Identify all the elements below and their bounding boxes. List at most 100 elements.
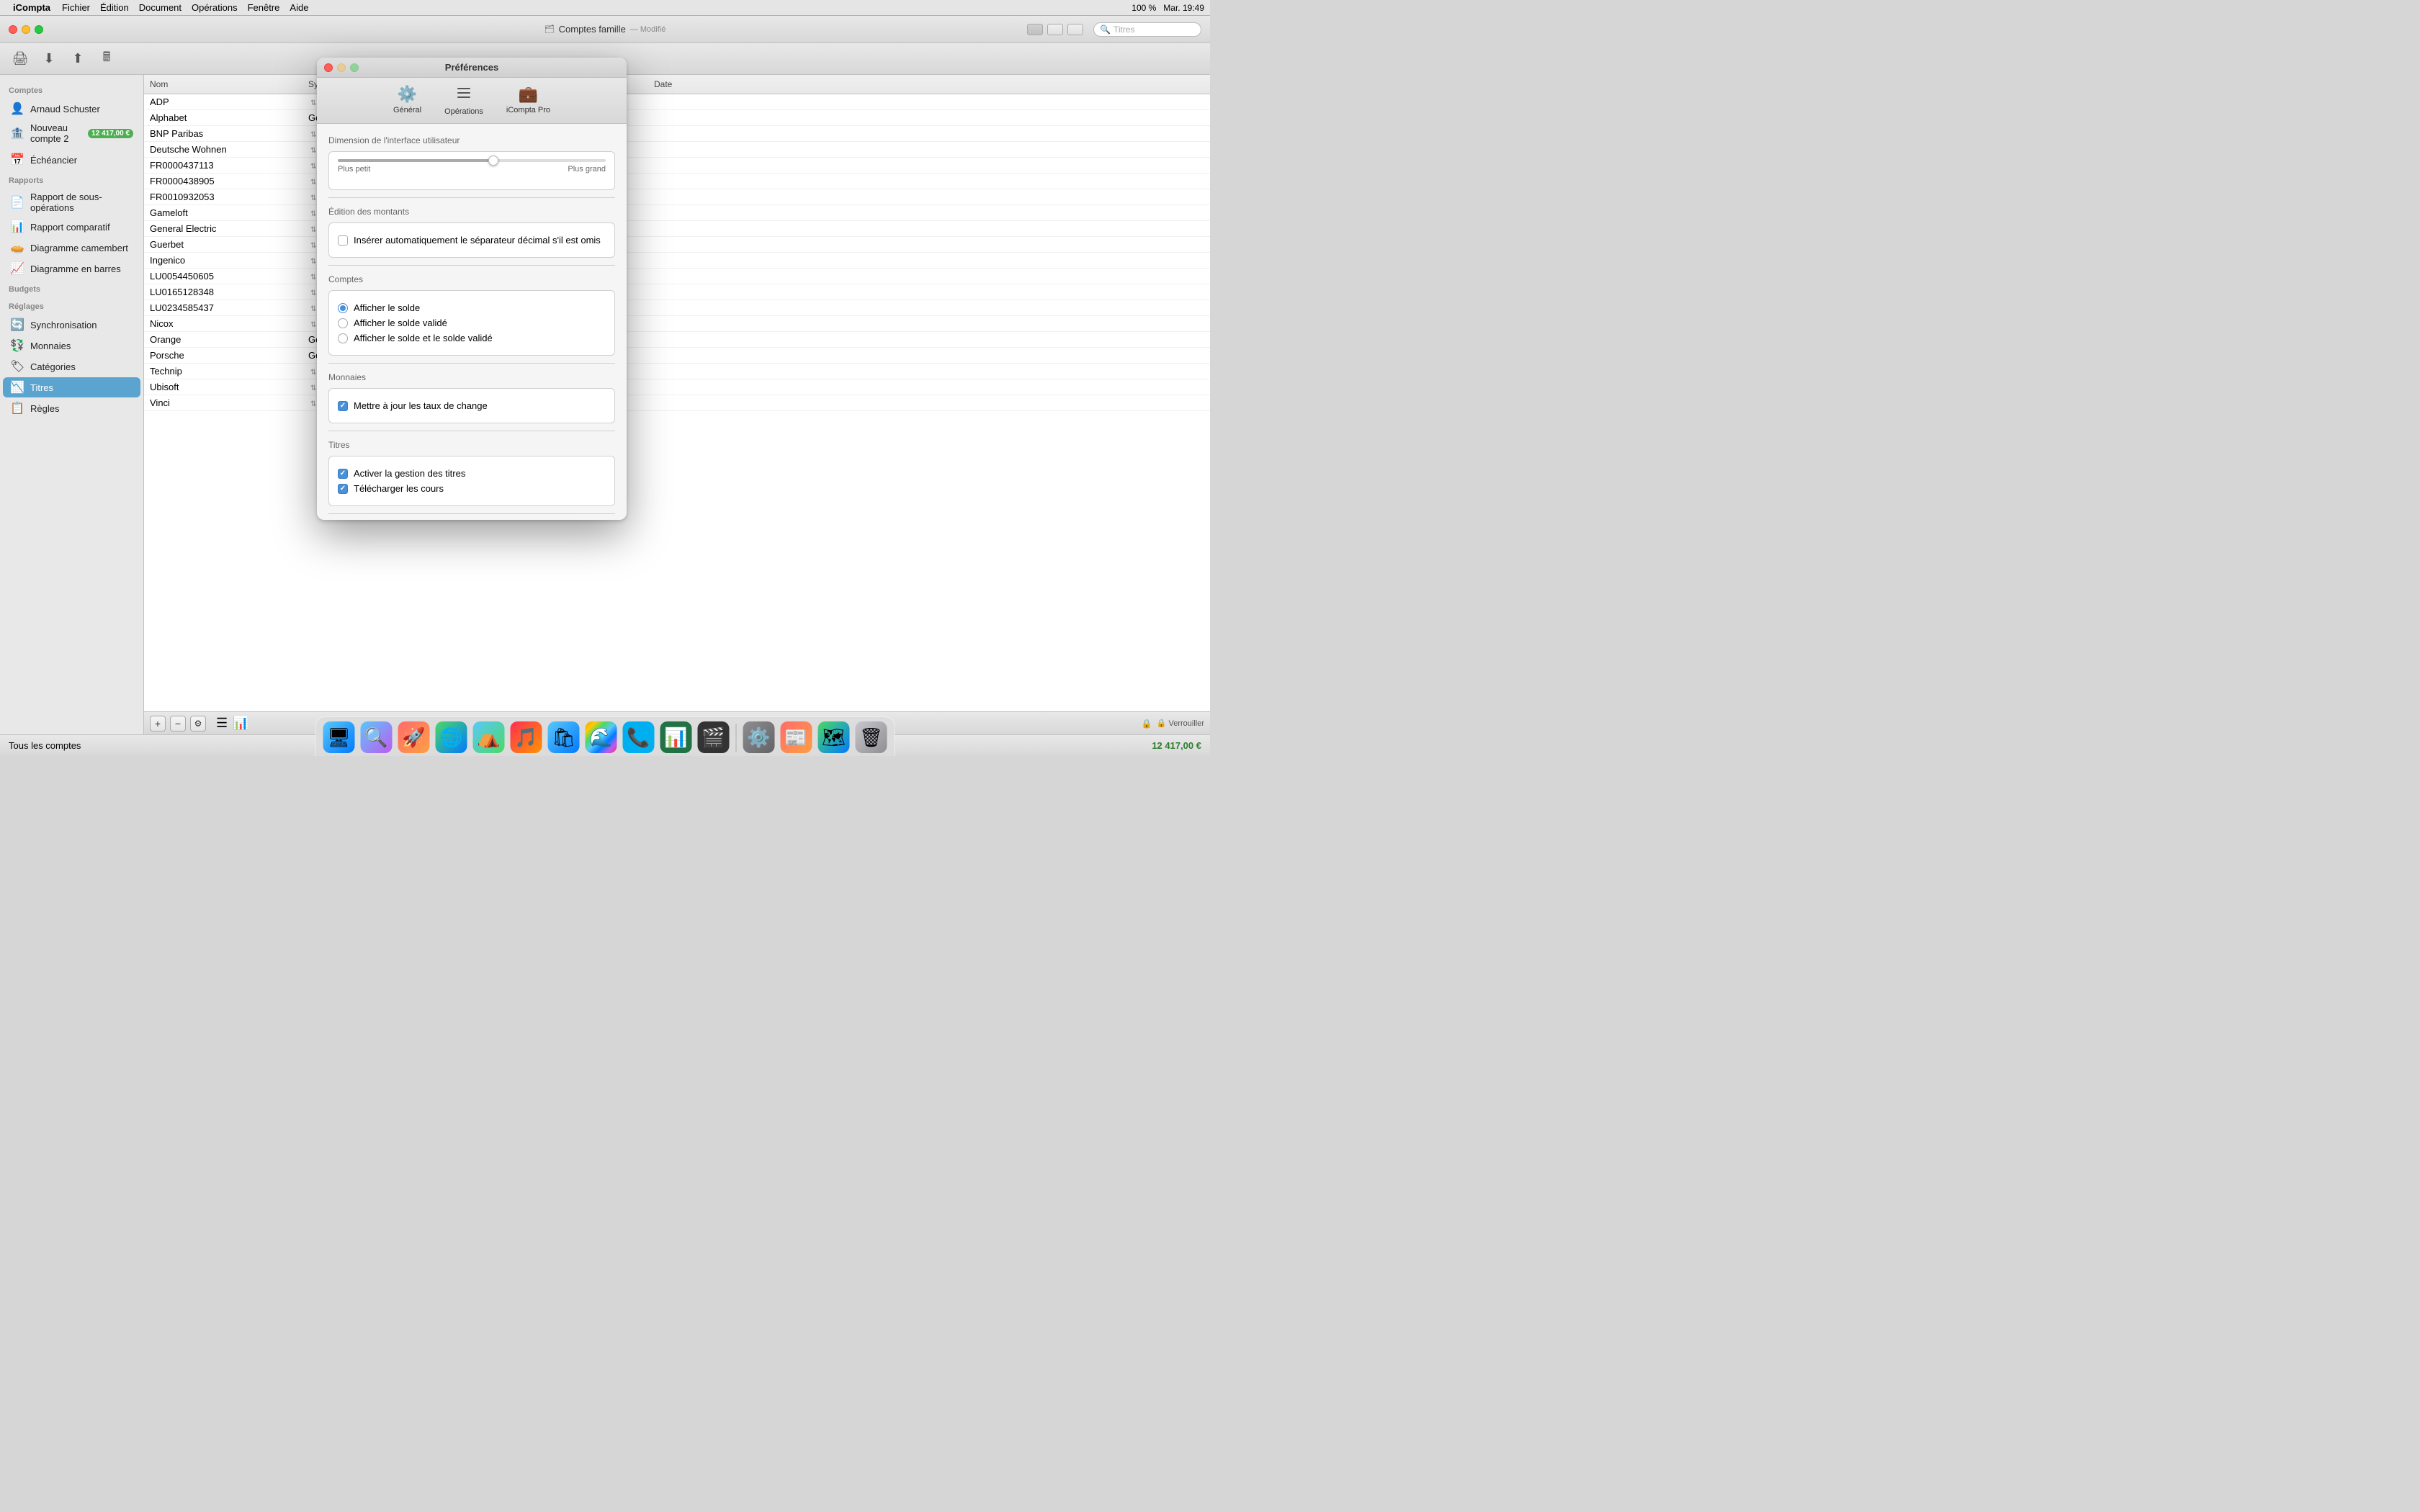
view-btn-3[interactable] (1067, 24, 1083, 35)
pref-radio-both[interactable]: Afficher le solde et le solde validé (338, 333, 606, 343)
table-row[interactable]: Gameloft ⇅ EUR (€) ⇅ (144, 205, 1210, 221)
general-icon: ⚙️ (398, 85, 417, 104)
battery-indicator: 100 % (1131, 3, 1156, 13)
pref-maximize-button[interactable] (350, 63, 359, 72)
pref-minimize-button[interactable] (337, 63, 346, 72)
minimize-button[interactable] (22, 25, 30, 34)
list-view-button[interactable]: ☰ (216, 716, 228, 731)
pref-radio-solde[interactable]: Afficher le solde (338, 302, 606, 313)
table-row[interactable]: Vinci ⇅ EUR (€) ⇅ (144, 395, 1210, 411)
table-row[interactable]: FR0000437113 ⇅ EUR (€) ⇅ (144, 158, 1210, 174)
sidebar-item-comparatif[interactable]: 📊 Rapport comparatif (3, 217, 140, 237)
export-button[interactable]: ⬇ (37, 48, 60, 71)
pref-title: Préférences (445, 62, 498, 73)
monnaies-checkbox[interactable] (338, 401, 348, 411)
dock-separator (736, 724, 737, 752)
table-row[interactable]: Technip ⇅ EUR (€) ⇅ (144, 364, 1210, 379)
table-row[interactable]: Nicox ⇅ EUR (€) ⇅ (144, 316, 1210, 332)
table-row[interactable]: LU0165128348 ⇅ EUR (€) ⇅ (144, 284, 1210, 300)
table-row[interactable]: LU0234585437 ⇅ EUR (€) ⇅ (144, 300, 1210, 316)
cell-date (648, 259, 720, 262)
icomptapro-label: iCompta Pro (506, 106, 550, 114)
dock-trash[interactable]: 🗑 (854, 720, 889, 755)
sidebar-item-camembert[interactable]: 🥧 Diagramme camembert (3, 238, 140, 258)
dock-photos2[interactable]: 🎬 (696, 720, 731, 755)
table-row[interactable]: FR0010932053 ⇅ EUR (€) ⇅ (144, 189, 1210, 205)
menu-fichier[interactable]: Fichier (62, 2, 90, 13)
edition-checkbox[interactable] (338, 235, 348, 246)
dock-appstore[interactable]: 🛍 (547, 720, 581, 755)
dock-safari[interactable]: 🌐 (434, 720, 469, 755)
menu-document[interactable]: Document (139, 2, 182, 13)
chart-view-button[interactable]: 📊 (233, 716, 248, 731)
sidebar-item-sous-ops[interactable]: 📄 Rapport de sous-opérations (3, 189, 140, 216)
menubar: iCompta Fichier Édition Document Opérati… (0, 0, 1210, 16)
print-button[interactable]: 🖨 (9, 48, 32, 71)
table-row[interactable]: Orange Google:EPA:ORA ⇅ EUR (€) ⇅ (144, 332, 1210, 348)
table-row[interactable]: BNP Paribas ⇅ EUR (€) ⇅ (144, 126, 1210, 142)
menu-fenetre[interactable]: Fenêtre (248, 2, 280, 13)
dock-skype[interactable]: 📞 (622, 720, 656, 755)
dimension-slider[interactable] (338, 159, 606, 162)
remove-button[interactable]: − (170, 716, 186, 732)
pref-close-button[interactable] (324, 63, 333, 72)
titres-checkbox-2[interactable] (338, 484, 348, 494)
table-row[interactable]: FR0000438905 ⇅ EUR (€) ⇅ (144, 174, 1210, 189)
radio-solde[interactable] (338, 303, 348, 313)
table-row[interactable]: Ubisoft ⇅ EUR (€) ⇅ (144, 379, 1210, 395)
pref-tab-operations[interactable]: Opérations (433, 82, 495, 119)
view-btn-2[interactable] (1047, 24, 1063, 35)
sidebar-item-categories[interactable]: 🏷 Catégories (3, 356, 140, 377)
menu-operations[interactable]: Opérations (192, 2, 238, 13)
cell-date (648, 370, 720, 373)
dock-siri[interactable]: 🔍 (359, 720, 394, 755)
menu-aide[interactable]: Aide (290, 2, 308, 13)
pref-tab-general[interactable]: ⚙️ Général (382, 82, 433, 119)
sidebar-item-nouveau[interactable]: 🏦 Nouveau compte 2 12 417,00 € (3, 120, 140, 147)
dock-systemprefs[interactable]: ⚙️ (742, 720, 776, 755)
maximize-button[interactable] (35, 25, 43, 34)
dock-finder[interactable]: 🖥 (322, 720, 357, 755)
radio-both[interactable] (338, 333, 348, 343)
table-row[interactable]: Alphabet Google:NASDAQ:GOOG ⇅ USD ($) ⇅ (144, 110, 1210, 126)
pref-radio-solde-valide[interactable]: Afficher le solde validé (338, 318, 606, 328)
dock-launchpad[interactable]: 🚀 (397, 720, 431, 755)
app-name[interactable]: iCompta (13, 2, 50, 13)
table-row[interactable]: Ingenico ⇅ EUR (€) ⇅ (144, 253, 1210, 269)
calculator-button[interactable]: 🖩 (95, 48, 118, 71)
table-row[interactable]: ADP ⇅ EUR (€) ⇅ (144, 94, 1210, 110)
dock-photos[interactable]: 🌊 (584, 720, 619, 755)
table-row[interactable]: Deutsche Wohnen ⇅ EUR (€) ⇅ (144, 142, 1210, 158)
sidebar-item-titres[interactable]: 📉 Titres (3, 377, 140, 397)
table-row[interactable]: LU0054450605 ⇅ EUR (€) ⇅ (144, 269, 1210, 284)
import-button[interactable]: ⬆ (66, 48, 89, 71)
sidebar-item-barres[interactable]: 📈 Diagramme en barres (3, 258, 140, 279)
dock-music[interactable]: 🎵 (509, 720, 544, 755)
sidebar-item-echeancier[interactable]: 📅 Échéancier (3, 150, 140, 170)
pref-tab-icomptapro[interactable]: 💼 iCompta Pro (495, 82, 562, 119)
radio-solde-valide[interactable] (338, 318, 348, 328)
close-button[interactable] (9, 25, 17, 34)
table-row[interactable]: Guerbet ⇅ EUR (€) ⇅ (144, 237, 1210, 253)
dock-mars[interactable]: 📰 (779, 720, 814, 755)
lock-button[interactable]: 🔒 🔒 Verrouiller (1142, 719, 1204, 729)
pref-comptes-box: Afficher le solde Afficher le solde vali… (328, 290, 615, 356)
cell-date (648, 148, 720, 151)
view-btn-1[interactable] (1027, 24, 1043, 35)
dock-maps[interactable]: ⛺ (472, 720, 506, 755)
sidebar-item-arnaud[interactable]: 👤 Arnaud Schuster (3, 99, 140, 119)
titres-checkbox-1[interactable] (338, 469, 348, 479)
table-row[interactable]: Porsche Google:ETR:PAH3 ⇅ EUR (€) ⇅ (144, 348, 1210, 364)
search-box[interactable]: 🔍 Titres (1093, 22, 1201, 37)
dock-maps2[interactable]: 🗺 (817, 720, 851, 755)
sidebar-item-regles[interactable]: 📋 Règles (3, 398, 140, 418)
menu-edition[interactable]: Édition (100, 2, 129, 13)
dock-excel[interactable]: 📊 (659, 720, 694, 755)
add-button[interactable]: + (150, 716, 166, 732)
sidebar-item-synchro[interactable]: 🔄 Synchronisation (3, 315, 140, 335)
settings-gear-button[interactable]: ⚙ (190, 716, 206, 732)
cell-date (648, 132, 720, 135)
table-row[interactable]: General Electric ⇅ EUR (€) ⇅ (144, 221, 1210, 237)
sidebar-item-monnaies[interactable]: 💱 Monnaies (3, 336, 140, 356)
all-accounts-label: Tous les comptes (9, 740, 81, 751)
